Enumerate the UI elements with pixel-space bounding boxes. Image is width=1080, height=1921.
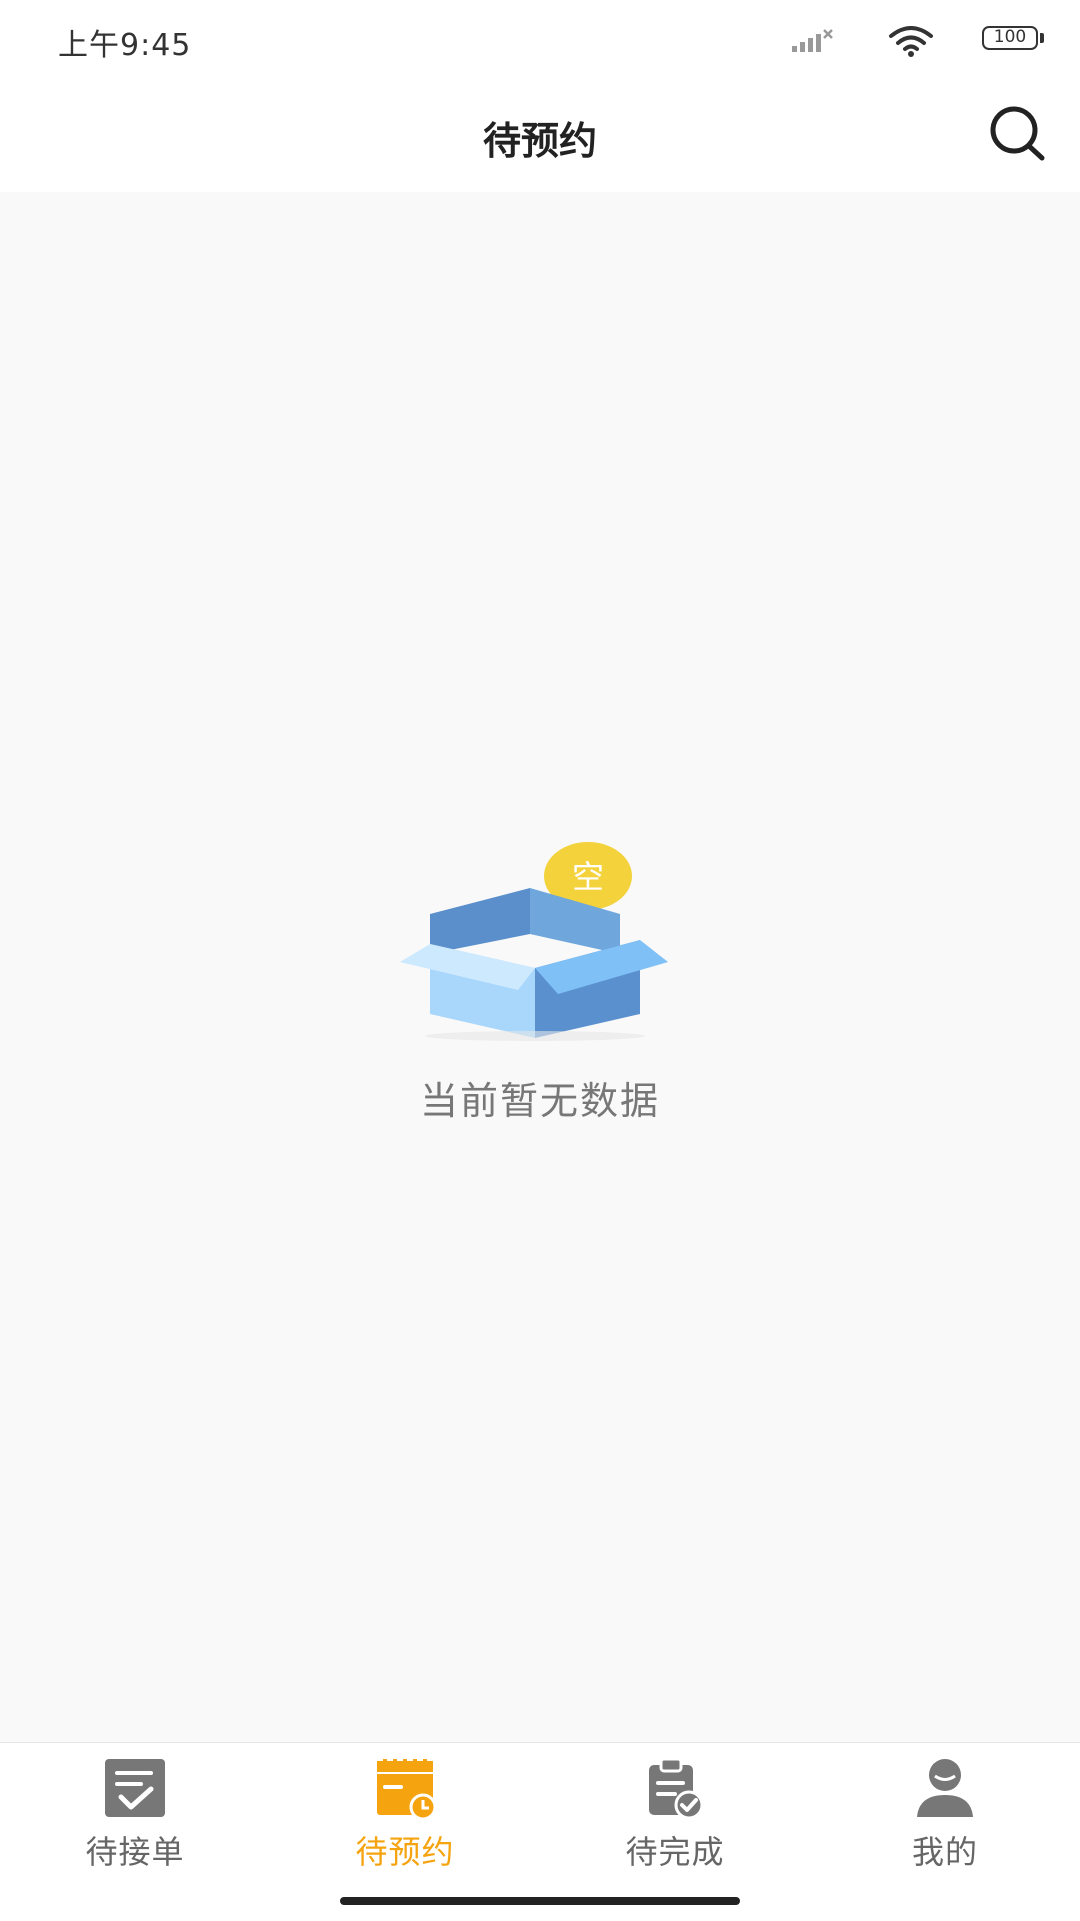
empty-message: 当前暂无数据 [419, 1079, 660, 1123]
clipboard-check-icon [649, 1757, 704, 1819]
empty-state: 空 当前暂无数据 [0, 192, 1080, 1742]
checklist-icon [105, 1759, 165, 1817]
tab-label: 待完成 [625, 1833, 725, 1871]
tab-mine[interactable]: 我的 [810, 1743, 1080, 1883]
status-time: 上午9:45 [58, 28, 192, 63]
home-indicator[interactable] [340, 1897, 740, 1905]
status-icons: 100 [792, 24, 1044, 60]
tab-label: 待接单 [85, 1833, 185, 1871]
battery-icon: 100 [982, 26, 1044, 54]
search-button[interactable] [986, 102, 1050, 166]
tab-pending-orders[interactable]: 待接单 [0, 1743, 270, 1883]
page-title: 待预约 [482, 119, 597, 163]
bottom-tab-bar: 待接单 待预约 待完成 我的 [0, 1742, 1080, 1921]
user-icon [917, 1759, 973, 1817]
empty-badge: 空 [572, 858, 604, 896]
calendar-clock-icon [377, 1759, 435, 1819]
tab-label: 待预约 [355, 1833, 455, 1871]
wifi-icon [889, 26, 933, 57]
tab-pending-appointments[interactable]: 待预约 [270, 1743, 540, 1883]
battery-level: 100 [982, 26, 1038, 50]
tab-pending-completion[interactable]: 待完成 [540, 1743, 810, 1883]
header: 待预约 [0, 82, 1080, 192]
signal-icon [792, 29, 833, 52]
tab-label: 我的 [911, 1833, 978, 1871]
search-icon [990, 106, 1045, 161]
status-bar: 上午9:45 100 [0, 0, 1080, 82]
empty-box-icon: 空 [400, 842, 668, 1041]
